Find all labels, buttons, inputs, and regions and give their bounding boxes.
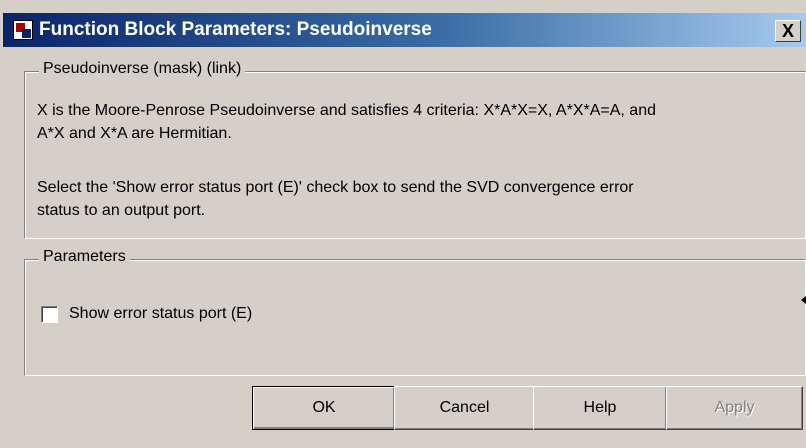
description-line-1: X is the Moore-Penrose Pseudoinverse and… xyxy=(37,102,656,119)
help-button[interactable]: Help xyxy=(533,386,667,430)
apply-button[interactable]: Apply xyxy=(666,386,803,430)
description-group-legend: Pseudoinverse (mask) (link) xyxy=(39,60,246,78)
parameters-group: Parameters Show error status port (E) xyxy=(24,248,806,376)
ok-button[interactable]: OK xyxy=(252,386,396,430)
close-button[interactable]: X xyxy=(775,20,801,42)
error-status-checkbox-label[interactable]: Show error status port (E) xyxy=(69,305,252,323)
error-status-checkbox-row[interactable]: Show error status port (E) xyxy=(41,305,252,323)
description-group: Pseudoinverse (mask) (link) X is the Moo… xyxy=(24,60,806,239)
cancel-button[interactable]: Cancel xyxy=(394,386,535,430)
error-status-checkbox[interactable] xyxy=(41,305,58,323)
window-title: Function Block Parameters: Pseudoinverse xyxy=(39,19,432,40)
simulink-block-icon[interactable] xyxy=(13,20,33,40)
parameters-group-legend: Parameters xyxy=(39,248,130,266)
description-line-2: A*X and X*A are Hermitian. xyxy=(37,125,232,142)
title-bar[interactable]: Function Block Parameters: Pseudoinverse… xyxy=(3,13,806,47)
splitter-arrow-icon xyxy=(801,296,806,304)
icon-square-blue xyxy=(22,29,31,38)
dialog-window: Function Block Parameters: Pseudoinverse… xyxy=(0,0,806,448)
description-line-4: status to an output port. xyxy=(37,202,206,219)
description-line-3: Select the 'Show error status port (E)' … xyxy=(37,179,634,196)
